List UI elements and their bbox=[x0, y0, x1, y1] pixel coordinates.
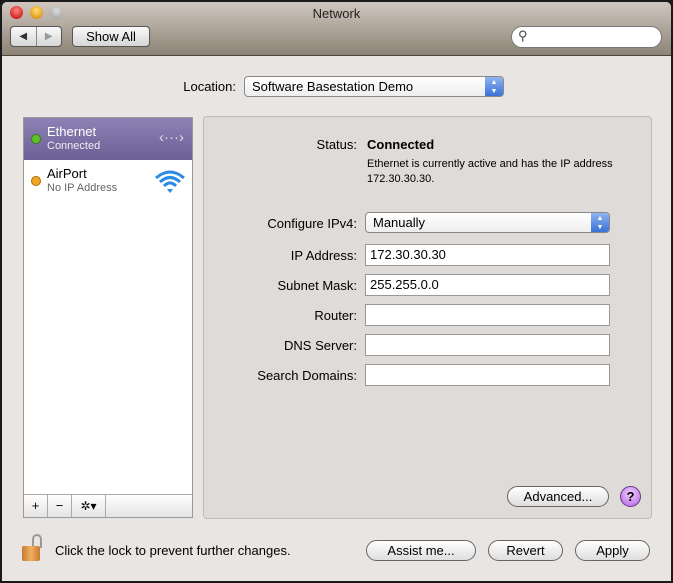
search-domains-label: Search Domains: bbox=[257, 368, 357, 383]
list-toolbar: + − ✲▾ bbox=[24, 494, 192, 517]
service-name: Ethernet bbox=[47, 124, 97, 139]
window-title: Network bbox=[312, 6, 361, 21]
apply-button[interactable]: Apply bbox=[575, 540, 650, 561]
show-all-button[interactable]: Show All bbox=[72, 26, 150, 47]
wifi-icon bbox=[155, 170, 185, 193]
title-bar: Network ◀ ▶ Show All ⚲ bbox=[2, 2, 671, 56]
network-window: Network ◀ ▶ Show All ⚲ Location: Softwar… bbox=[2, 2, 671, 581]
remove-service-button[interactable]: − bbox=[48, 495, 72, 517]
service-name: AirPort bbox=[47, 166, 87, 181]
gear-menu-button[interactable]: ✲▾ bbox=[72, 495, 106, 517]
popup-arrows-icon: ▲ ▼ bbox=[591, 213, 609, 232]
service-item-airport[interactable]: AirPort No IP Address bbox=[24, 160, 192, 202]
lock-message: Click the lock to prevent further change… bbox=[55, 543, 291, 558]
search-icon: ⚲ bbox=[518, 28, 528, 43]
service-list: Ethernet Connected ‹···› AirPort No IP A… bbox=[23, 117, 193, 518]
subnet-mask-label: Subnet Mask: bbox=[277, 278, 358, 293]
dns-server-field[interactable] bbox=[365, 334, 610, 356]
status-value: Connected bbox=[367, 137, 435, 152]
configure-ipv4-value: Manually bbox=[373, 215, 426, 230]
configure-ipv4-popup[interactable]: Manually ▲ ▼ bbox=[365, 212, 610, 233]
location-popup[interactable]: Software Basestation Demo ▲ ▼ bbox=[244, 76, 504, 97]
search-domains-field[interactable] bbox=[365, 364, 610, 386]
advanced-button[interactable]: Advanced... bbox=[507, 486, 609, 507]
location-value: Software Basestation Demo bbox=[252, 79, 414, 94]
status-description: Ethernet is currently active and has the… bbox=[367, 158, 613, 185]
service-status: No IP Address bbox=[47, 182, 118, 194]
router-label: Router: bbox=[314, 308, 357, 323]
dns-server-label: DNS Server: bbox=[284, 338, 357, 353]
ethernet-icon: ‹···› bbox=[159, 129, 184, 146]
add-service-button[interactable]: + bbox=[24, 495, 48, 517]
forward-button[interactable]: ▶ bbox=[37, 27, 62, 46]
help-button[interactable]: ? bbox=[620, 486, 641, 507]
back-button[interactable]: ◀ bbox=[11, 27, 37, 46]
status-dot-orange bbox=[31, 176, 41, 186]
router-field[interactable] bbox=[365, 304, 610, 326]
subnet-mask-field[interactable]: 255.255.0.0 bbox=[365, 274, 610, 296]
configure-ipv4-label: Configure IPv4: bbox=[267, 216, 357, 231]
lock-icon[interactable] bbox=[22, 534, 44, 562]
status-label: Status: bbox=[316, 137, 357, 152]
service-status: Connected bbox=[47, 140, 101, 152]
nav-buttons: ◀ ▶ bbox=[10, 26, 62, 47]
status-dot-green bbox=[31, 134, 41, 144]
ip-address-label: IP Address: bbox=[290, 248, 357, 263]
service-item-ethernet[interactable]: Ethernet Connected ‹···› bbox=[24, 118, 192, 160]
search-input[interactable]: ⚲ bbox=[511, 26, 662, 48]
revert-button[interactable]: Revert bbox=[488, 540, 563, 561]
location-label: Location: bbox=[183, 79, 236, 94]
assist-me-button[interactable]: Assist me... bbox=[366, 540, 476, 561]
popup-arrows-icon: ▲ ▼ bbox=[485, 77, 503, 96]
ip-address-field[interactable]: 172.30.30.30 bbox=[365, 244, 610, 266]
